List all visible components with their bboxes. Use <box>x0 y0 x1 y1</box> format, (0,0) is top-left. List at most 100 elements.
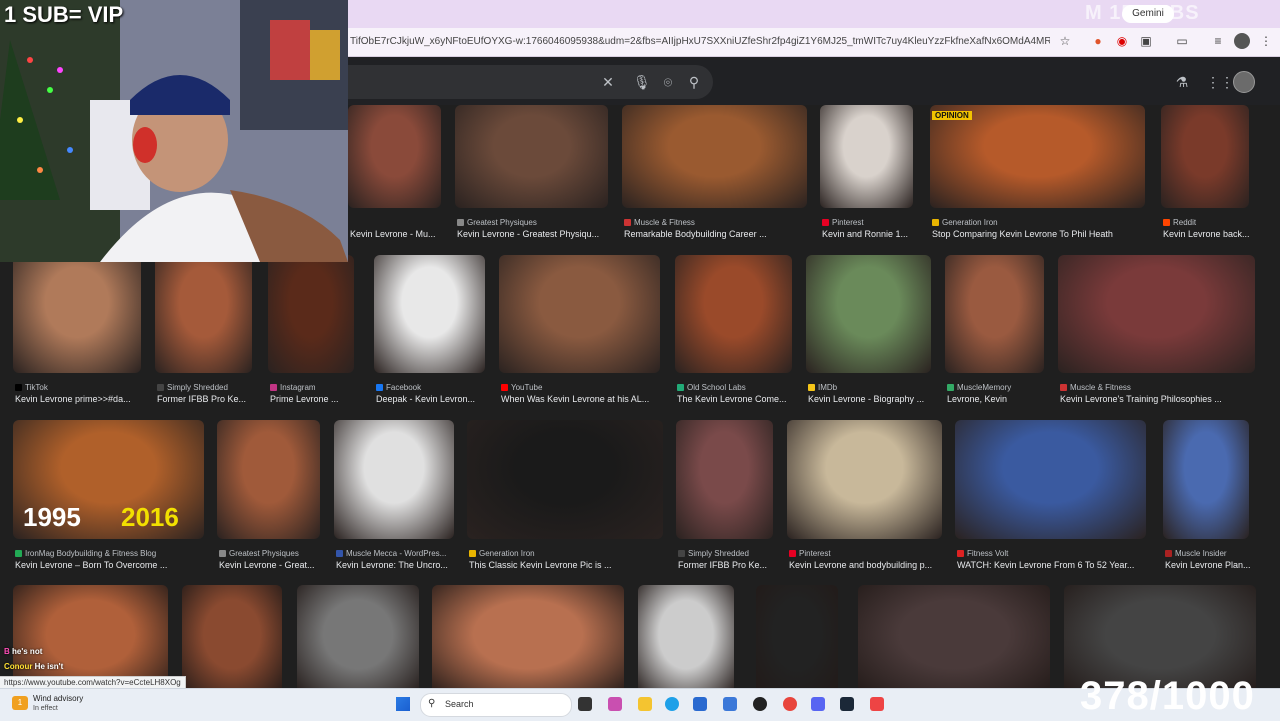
start-icon[interactable] <box>396 697 410 711</box>
edge-icon[interactable] <box>665 697 679 711</box>
result-thumbnail[interactable] <box>787 420 942 539</box>
obs-icon[interactable] <box>753 697 767 711</box>
app-icon[interactable] <box>608 697 622 711</box>
result-caption[interactable]: Kevin and Ronnie 1... <box>822 229 919 239</box>
result-thumbnail[interactable] <box>217 420 320 539</box>
image-result-card[interactable]: Simply Shredded Former IFBB Pro Ke... <box>155 255 252 405</box>
image-result-card[interactable]: Muscle & Fitness Remarkable Bodybuilding … <box>622 105 807 240</box>
star-icon[interactable]: ☆ <box>1057 33 1073 49</box>
address-bar[interactable]: TifObE7rCJkjuW_x6yNFtoEUfOYXG-w:17660460… <box>350 32 1050 52</box>
result-caption[interactable]: Kevin Levrone and bodybuilding p... <box>789 560 948 570</box>
result-caption[interactable]: WATCH: Kevin Levrone From 6 To 52 Year..… <box>957 560 1152 570</box>
result-caption[interactable]: Stop Comparing Kevin Levrone To Phil Hea… <box>932 229 1151 239</box>
image-result-card[interactable]: Muscle Insider Kevin Levrone Plan... <box>1163 420 1251 571</box>
result-source[interactable]: Pinterest <box>789 549 944 558</box>
result-caption[interactable]: Former IFBB Pro Ke... <box>678 560 779 570</box>
image-result-card[interactable]: YouTube When Was Kevin Levrone at his AL.… <box>499 255 660 405</box>
image-result-card[interactable]: Generation Iron This Classic Kevin Levron… <box>467 420 663 571</box>
result-thumbnail[interactable] <box>13 585 168 688</box>
result-caption[interactable]: Deepak - Kevin Levron... <box>376 394 491 404</box>
result-caption[interactable]: Kevin Levrone Plan... <box>1165 560 1255 570</box>
result-thumbnail[interactable] <box>499 255 660 373</box>
image-result-card[interactable]: Fitness Volt WATCH: Kevin Levrone From 6 … <box>955 420 1146 571</box>
result-thumbnail[interactable] <box>348 105 441 208</box>
image-result-card[interactable]: Reddit Kevin Levrone back... <box>1161 105 1250 240</box>
image-result-card[interactable]: Greatest Physiques Kevin Levrone - Greate… <box>455 105 608 240</box>
result-caption[interactable]: Kevin Levrone: The Uncro... <box>336 560 460 570</box>
result-caption[interactable]: Kevin Levrone prime>>#da... <box>15 394 147 404</box>
result-thumbnail[interactable] <box>374 255 485 373</box>
result-thumbnail[interactable] <box>675 255 792 373</box>
result-source[interactable]: Muscle Mecca - WordPres... <box>336 549 456 558</box>
cast-icon[interactable]: ▭ <box>1174 33 1190 49</box>
result-caption[interactable]: Former IFBB Pro Ke... <box>157 394 258 404</box>
image-result-card[interactable]: Pinterest Kevin and Ronnie 1... <box>820 105 913 240</box>
search-icon[interactable]: ⚲ <box>686 74 702 90</box>
weather-icon[interactable]: 1 <box>12 696 28 710</box>
image-result-card[interactable]: MuscleMemory Levrone, Kevin <box>945 255 1044 405</box>
chrome-icon[interactable] <box>783 697 797 711</box>
lens-icon[interactable]: ⌾ <box>660 74 676 90</box>
result-thumbnail[interactable] <box>945 255 1044 373</box>
result-thumbnail[interactable] <box>955 420 1146 539</box>
result-source[interactable]: MuscleMemory <box>947 383 1046 392</box>
result-thumbnail[interactable] <box>432 585 624 688</box>
result-thumbnail[interactable] <box>334 420 454 539</box>
store-icon[interactable] <box>693 697 707 711</box>
result-source[interactable]: Greatest Physiques <box>219 549 322 558</box>
extension-icon[interactable]: ● <box>1090 33 1106 49</box>
profile-avatar-icon[interactable] <box>1234 33 1250 49</box>
result-thumbnail[interactable] <box>1058 255 1255 373</box>
result-caption[interactable]: The Kevin Levrone Come... <box>677 394 798 404</box>
image-result-card[interactable]: Muscle & Fitness Kevin Levrone's Training… <box>1058 255 1255 405</box>
result-caption[interactable]: Kevin Levrone's Training Philosophies ..… <box>1060 394 1261 404</box>
result-caption[interactable]: This Classic Kevin Levrone Pic is ... <box>469 560 669 570</box>
result-source[interactable]: Old School Labs <box>677 383 794 392</box>
image-result-card[interactable]: Muscle Mecca - WordPres... Kevin Levrone:… <box>334 420 454 571</box>
result-source[interactable]: Muscle & Fitness <box>1060 383 1257 392</box>
result-source[interactable]: IMDb <box>808 383 933 392</box>
result-thumbnail[interactable] <box>467 420 663 539</box>
result-caption[interactable]: Kevin Levrone - Biography ... <box>808 394 937 404</box>
result-caption[interactable]: Levrone, Kevin <box>947 394 1050 404</box>
app-icon[interactable] <box>870 697 884 711</box>
menu-dots-icon[interactable]: ⋮ <box>1258 33 1274 49</box>
result-thumbnail[interactable] <box>622 105 807 208</box>
folder-icon[interactable] <box>638 697 652 711</box>
image-result-card[interactable]: Simply Shredded Former IFBB Pro Ke... <box>676 420 773 571</box>
result-thumbnail[interactable] <box>1163 420 1249 539</box>
result-source[interactable]: Muscle Insider <box>1165 549 1251 558</box>
discord-icon[interactable] <box>811 697 825 711</box>
result-source[interactable]: IronMag Bodybuilding & Fitness Blog <box>15 549 206 558</box>
result-thumbnail[interactable] <box>268 255 354 373</box>
result-thumbnail[interactable] <box>930 105 1145 208</box>
search-input[interactable] <box>348 65 713 99</box>
puzzle-icon[interactable]: ▣ <box>1138 33 1154 49</box>
image-result-card[interactable]: Facebook Deepak - Kevin Levron... <box>374 255 485 405</box>
result-caption[interactable]: When Was Kevin Levrone at his AL... <box>501 394 666 404</box>
result-caption[interactable]: Kevin Levrone back... <box>1163 229 1255 239</box>
profile-chip[interactable]: Gemini <box>1122 5 1174 23</box>
image-result-card[interactable]: Old School Labs The Kevin Levrone Come... <box>675 255 792 405</box>
result-caption[interactable]: Kevin Levrone – Born To Overcome ... <box>15 560 210 570</box>
extension-icon[interactable]: ◉ <box>1114 33 1130 49</box>
image-result-card[interactable]: Instagram Prime Levrone ... <box>268 255 354 405</box>
close-icon[interactable]: ✕ <box>600 74 616 90</box>
result-source[interactable]: Muscle & Fitness <box>624 218 809 227</box>
result-source[interactable]: Greatest Physiques <box>457 218 610 227</box>
downloads-icon[interactable]: ≡ <box>1210 33 1226 49</box>
task-view-icon[interactable] <box>578 697 592 711</box>
result-source[interactable]: Instagram <box>270 383 356 392</box>
result-thumbnail[interactable] <box>820 105 913 208</box>
avatar[interactable] <box>1233 71 1255 93</box>
result-thumbnail[interactable] <box>182 585 282 688</box>
image-result-card[interactable]: IMDb Kevin Levrone - Biography ... <box>806 255 931 405</box>
flask-icon[interactable]: ⚗ <box>1174 74 1190 90</box>
result-source[interactable]: Generation Iron <box>932 218 1147 227</box>
result-caption[interactable]: Kevin Levrone - Mu... <box>350 229 447 239</box>
result-thumbnail[interactable] <box>1161 105 1249 208</box>
taskbar-search-input[interactable] <box>420 693 572 717</box>
result-source[interactable]: Generation Iron <box>469 549 665 558</box>
result-source[interactable]: Simply Shredded <box>157 383 254 392</box>
apps-grid-icon[interactable]: ⋮⋮ <box>1206 74 1234 90</box>
